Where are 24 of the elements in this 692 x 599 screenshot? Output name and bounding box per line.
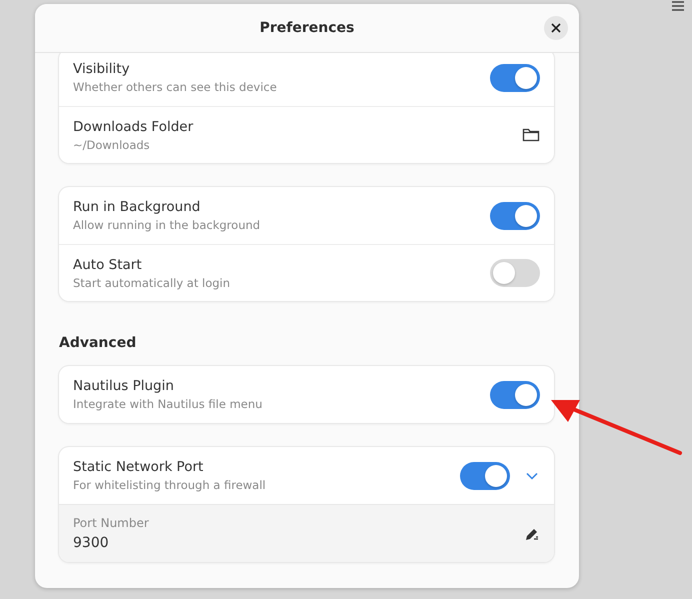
menu-icon[interactable] [672,1,684,11]
row-subtitle: For whitelisting through a firewall [73,478,267,492]
row-subtitle: Allow running in the background [73,218,262,232]
row-subtitle: Integrate with Nautilus file menu [73,397,264,411]
close-button[interactable] [544,16,568,40]
chevron-icon[interactable] [526,472,538,480]
section-heading: Advanced [59,335,138,351]
toggle-switch[interactable] [460,462,510,490]
row-subtitle: ~/Downloads [73,138,151,152]
row-title: Downloads Folder [73,118,194,134]
row-title: Run in Background [73,199,202,215]
folder-icon[interactable] [522,127,540,143]
row-title: Auto Start [73,256,143,272]
close-icon[interactable] [551,23,561,33]
row-title: Nautilus Plugin [73,378,175,394]
row-subtitle: Whether others can see this device [73,80,278,94]
toggle-switch[interactable] [490,64,540,92]
toggle-switch[interactable] [490,380,540,408]
window-title: Preferences [260,20,354,36]
toggle-switch[interactable] [490,202,540,230]
row-title: Static Network Port [73,459,204,475]
toggle-switch[interactable] [490,259,540,287]
row-subtitle: Start automatically at login [73,276,232,290]
row-title: Visibility [73,61,131,77]
